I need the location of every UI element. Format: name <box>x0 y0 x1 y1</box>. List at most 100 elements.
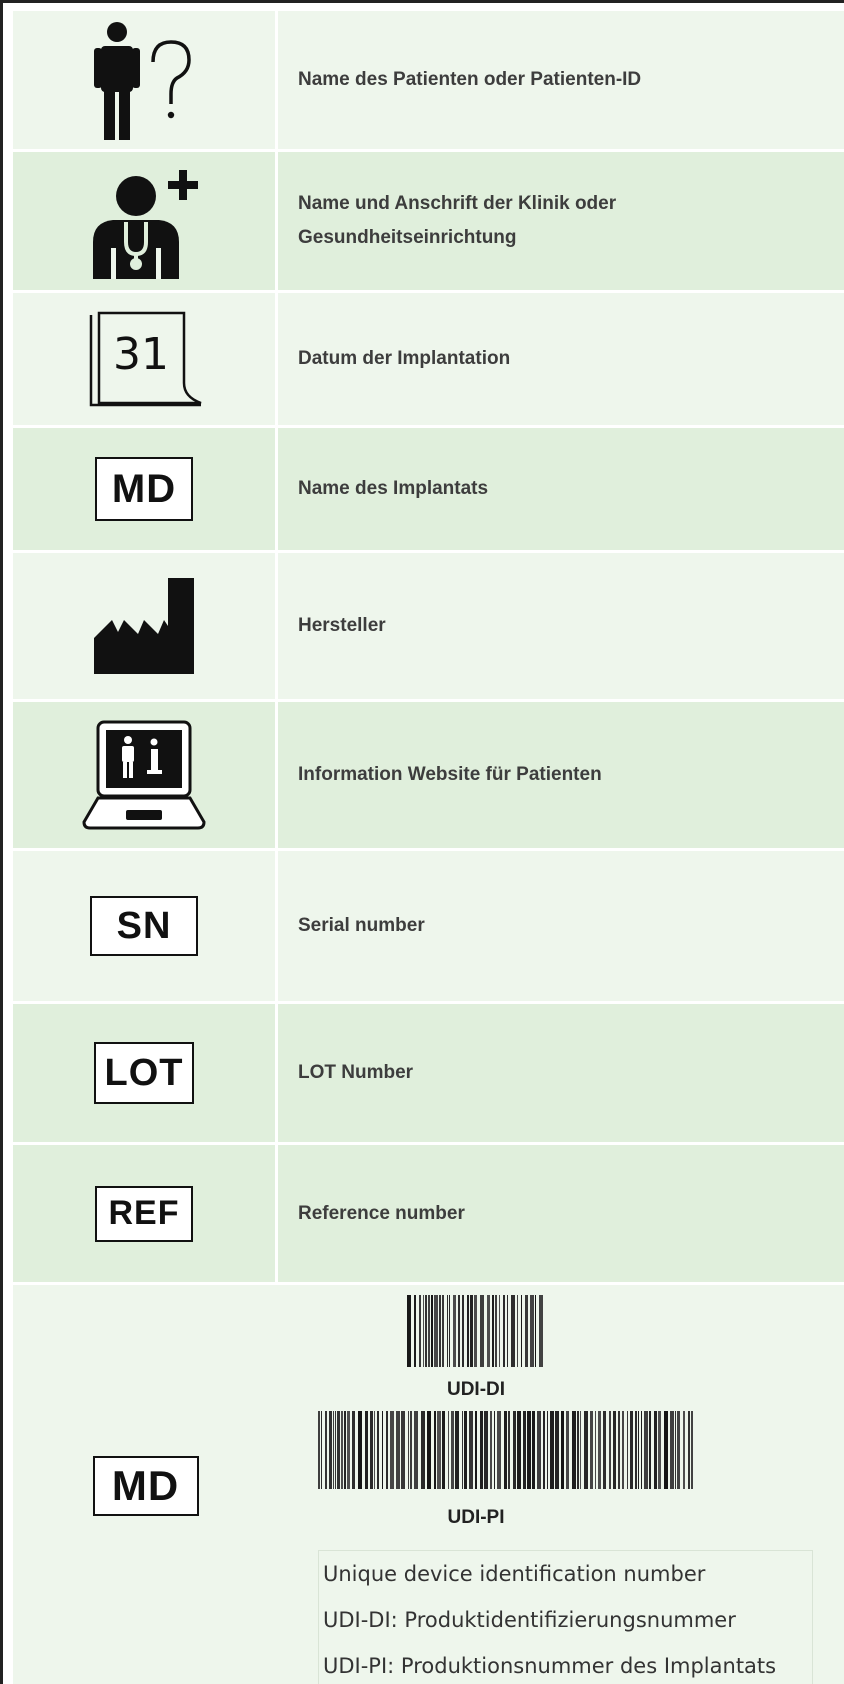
barcode-bar <box>407 1295 411 1367</box>
barcode-bar <box>494 1411 495 1489</box>
barcode-bar <box>532 1411 535 1489</box>
barcode-bar <box>499 1295 500 1367</box>
table-row: Information Website für Patienten <box>13 702 844 848</box>
barcode-bar <box>644 1411 648 1489</box>
barcode-bar <box>462 1295 464 1367</box>
barcode-bar <box>401 1411 405 1489</box>
barcode-bar <box>521 1295 522 1367</box>
barcode-bar <box>464 1411 467 1489</box>
udi-description-line: Unique device identification number <box>323 1562 706 1586</box>
table-row: MD Name des Implantats <box>13 428 844 550</box>
barcode-bar <box>474 1295 477 1367</box>
udi-description-line: UDI-DI: Produktidentifizierungsnummer <box>323 1608 736 1632</box>
barcode-bar <box>535 1295 536 1367</box>
barcode-bar <box>451 1411 454 1489</box>
barcode-bar <box>358 1411 362 1489</box>
barcode-bar <box>437 1411 441 1489</box>
barcode-bar <box>365 1411 368 1489</box>
barcode-bar <box>414 1295 416 1367</box>
barcode-bar <box>572 1411 576 1489</box>
barcode-bar <box>428 1295 430 1367</box>
barcode-bar <box>344 1411 346 1489</box>
barcode-bar <box>497 1411 501 1489</box>
barcode-bar <box>517 1411 521 1489</box>
barcode-bar <box>480 1411 483 1489</box>
barcode-bar <box>561 1411 564 1489</box>
barcode-bar <box>511 1295 515 1367</box>
barcode-bar <box>638 1411 639 1489</box>
barcode-bar <box>635 1411 637 1489</box>
barcode-bar <box>508 1411 510 1489</box>
row-label: Reference number <box>298 1202 465 1224</box>
barcode-bar <box>352 1411 355 1489</box>
barcode-bar <box>408 1411 409 1489</box>
serial-number-symbol-icon: SN <box>90 896 198 956</box>
manufacturer-factory-icon <box>94 578 194 674</box>
barcode-bar <box>675 1411 676 1489</box>
barcode-bar <box>434 1295 438 1367</box>
barcode-bar <box>658 1411 661 1489</box>
barcode-bar <box>495 1295 497 1367</box>
barcode-bar <box>439 1295 441 1367</box>
barcode-bar <box>414 1411 418 1489</box>
barcode-bar <box>547 1411 548 1489</box>
barcode-bar <box>484 1411 488 1489</box>
barcode-bar <box>537 1411 541 1489</box>
symbol-text: LOT <box>104 1051 184 1094</box>
barcode-bar <box>337 1411 340 1489</box>
barcode-bar <box>377 1411 379 1489</box>
barcode-bar <box>504 1411 507 1489</box>
barcode-bar <box>335 1411 336 1489</box>
barcode-bar <box>507 1295 508 1367</box>
udi-di-caption: UDI-DI <box>446 1379 506 1400</box>
symbol-text: MD <box>111 466 177 511</box>
barcode-bar <box>470 1295 473 1367</box>
barcode-bar <box>442 1411 445 1489</box>
barcode-bar <box>421 1411 425 1489</box>
patient-question-icon <box>94 22 191 140</box>
barcode-bar <box>434 1411 436 1489</box>
barcode-bar <box>374 1411 375 1489</box>
table-row: LOT LOT Number <box>13 1004 844 1142</box>
barcode-bar <box>654 1411 657 1489</box>
barcode-bar <box>419 1295 421 1367</box>
barcode-bar <box>449 1295 450 1367</box>
barcode-bar <box>550 1411 554 1489</box>
table-row: Name des Patienten oder Patienten-ID <box>13 11 844 149</box>
barcode-bar <box>462 1411 463 1489</box>
barcode-bar <box>455 1411 459 1489</box>
row-label: LOT Number <box>298 1062 414 1083</box>
barcode-bar <box>431 1295 433 1367</box>
barcode-bar <box>530 1295 534 1367</box>
symbol-text: SN <box>116 904 172 947</box>
barcode-bar <box>427 1411 431 1489</box>
barcode-bar <box>584 1411 588 1489</box>
medical-device-symbol-icon: MD <box>95 457 193 521</box>
barcode-bar <box>386 1411 388 1489</box>
table-row: 31 Datum der Implantation <box>13 293 844 425</box>
barcode-bar <box>603 1411 606 1489</box>
barcode-bar <box>613 1411 616 1489</box>
barcode-bar <box>664 1411 668 1489</box>
barcode-bar <box>370 1411 373 1489</box>
barcode-bar <box>469 1411 473 1489</box>
patient-information-website-icon <box>82 720 206 830</box>
medical-device-symbol-icon: MD <box>92 1456 199 1516</box>
barcode-bar <box>539 1295 543 1367</box>
barcode-bar <box>580 1411 581 1489</box>
barcode-bar <box>555 1411 559 1489</box>
barcode-bar <box>492 1295 494 1367</box>
barcode-bar <box>410 1411 412 1489</box>
barcode-bar <box>641 1411 642 1489</box>
barcode-bar <box>609 1411 611 1489</box>
barcode-bar <box>691 1411 693 1489</box>
barcode-bar <box>627 1411 628 1489</box>
doctor-clinic-icon <box>93 169 198 279</box>
udi-row: MD UDI-DI UDI-PI Unique device identific… <box>13 1285 844 1684</box>
barcode-bar <box>347 1411 350 1489</box>
barcode-bar <box>448 1411 449 1489</box>
barcode-bar <box>688 1411 690 1489</box>
barcode-bar <box>447 1295 448 1367</box>
barcode-bar <box>577 1411 579 1489</box>
barcode-bar <box>341 1411 343 1489</box>
